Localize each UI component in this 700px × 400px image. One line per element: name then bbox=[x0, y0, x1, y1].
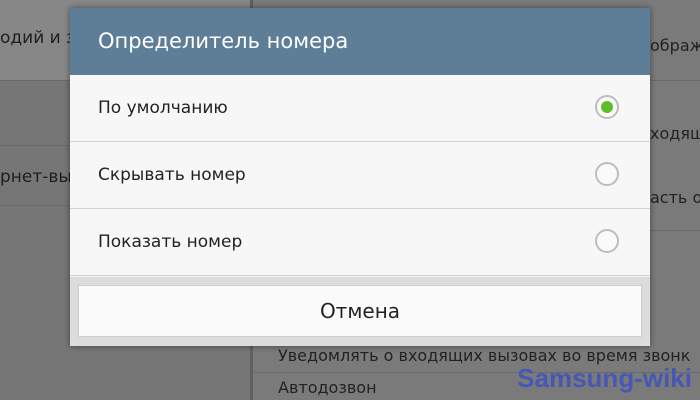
background-right-item: ображ bbox=[650, 36, 700, 55]
cancel-button[interactable]: Отмена bbox=[78, 285, 642, 337]
option-show-number[interactable]: Показать номер bbox=[70, 209, 650, 276]
dialog-footer: Отмена bbox=[70, 277, 650, 346]
radio-button-checked-icon[interactable] bbox=[595, 95, 619, 119]
background-right-item: асть о bbox=[650, 188, 700, 207]
dialog-title: Определитель номера bbox=[70, 8, 650, 75]
radio-button-icon[interactable] bbox=[595, 162, 619, 186]
caller-id-dialog: Определитель номера По умолчанию Скрыват… bbox=[70, 8, 650, 346]
radio-button-icon[interactable] bbox=[595, 229, 619, 253]
option-hide-number[interactable]: Скрывать номер bbox=[70, 142, 650, 209]
background-left-item: рнет-вы bbox=[0, 167, 72, 187]
background-right-item: ходящ bbox=[650, 124, 700, 143]
option-default[interactable]: По умолчанию bbox=[70, 75, 650, 142]
option-label: Скрывать номер bbox=[98, 165, 246, 185]
option-label: По умолчанию bbox=[98, 98, 228, 118]
watermark: Samsung-wiki bbox=[517, 363, 692, 393]
background-setting-item: Автодозвон bbox=[278, 378, 377, 397]
background-left-item: одий и з bbox=[0, 28, 76, 48]
option-label: Показать номер bbox=[98, 232, 243, 252]
